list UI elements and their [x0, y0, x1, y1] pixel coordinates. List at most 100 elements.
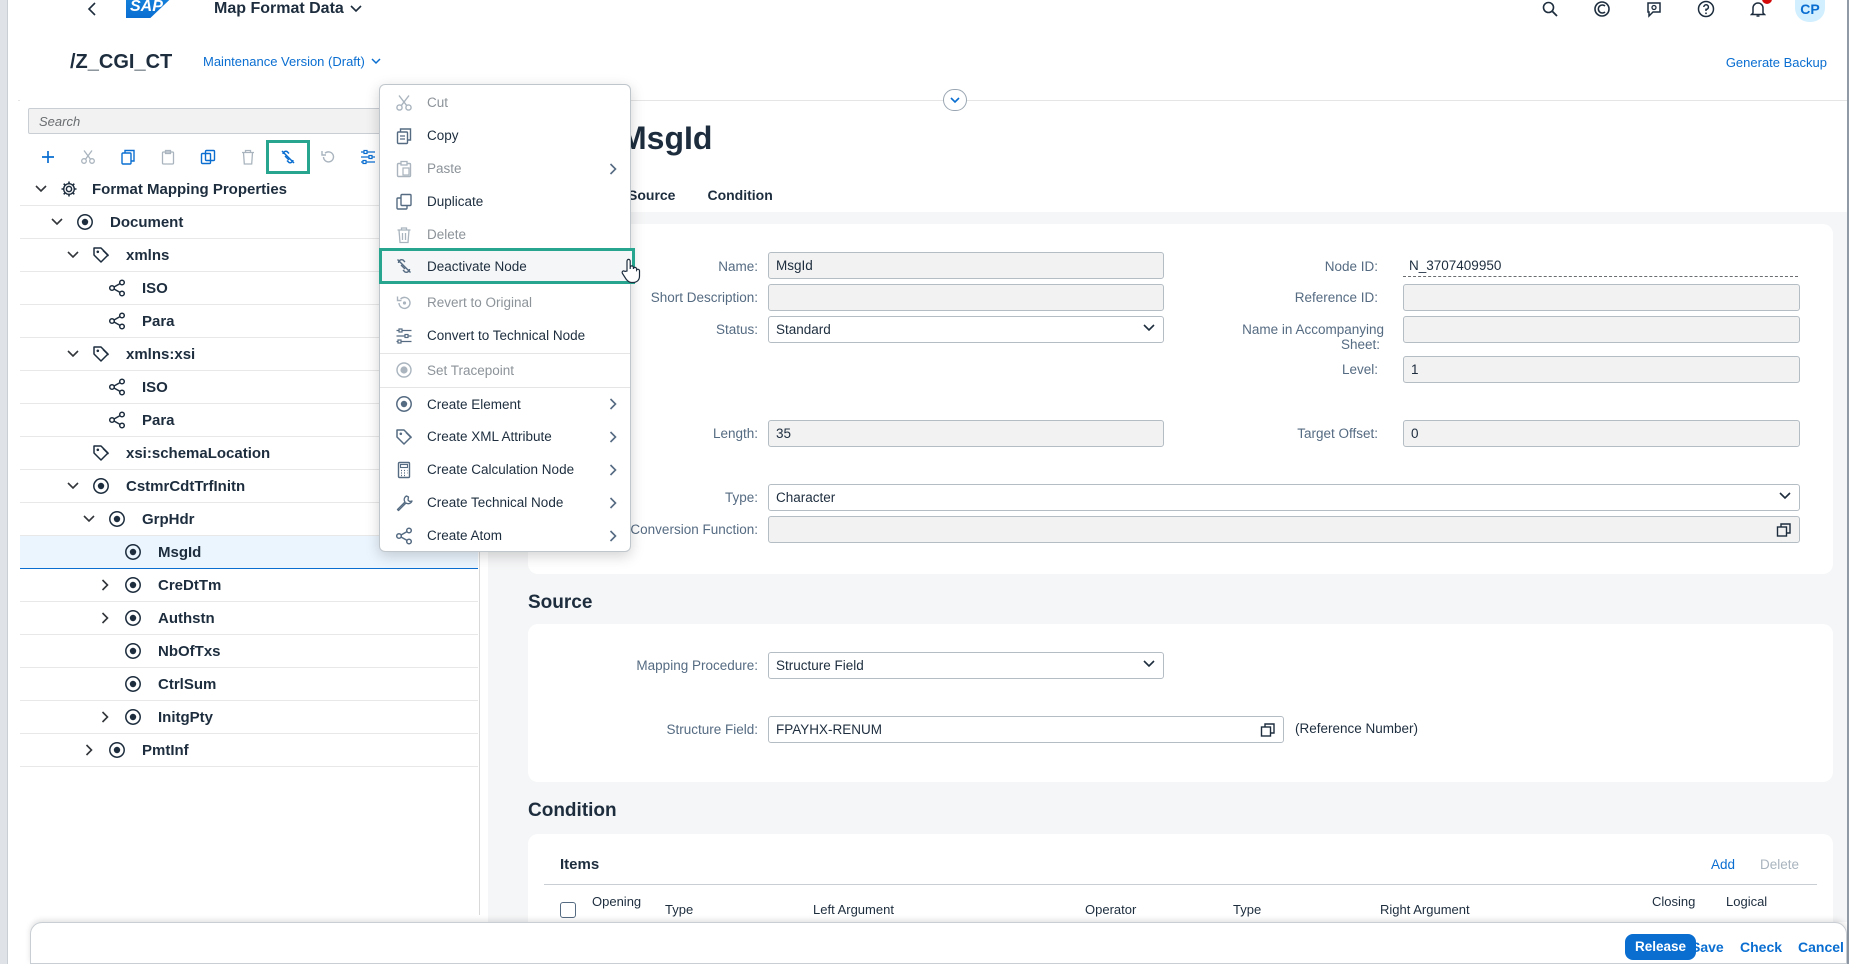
element-icon: [124, 642, 142, 660]
release-button[interactable]: Release: [1625, 934, 1697, 960]
tab-condition[interactable]: Condition: [707, 187, 772, 203]
column-right-argument: Right Argument: [1380, 902, 1470, 917]
revert-icon[interactable]: [308, 142, 348, 172]
tree-node-ctrlsum[interactable]: CtrlSum: [20, 668, 478, 701]
tree-node-label: Para: [142, 411, 175, 429]
menu-item-copy[interactable]: Copy: [380, 119, 630, 152]
chevron-right-icon: [608, 463, 618, 476]
conversion-function-input[interactable]: [768, 516, 1800, 543]
chevron-down-icon[interactable]: [34, 182, 48, 196]
cut-icon[interactable]: [68, 142, 108, 172]
tree-node-nboftxs[interactable]: NbOfTxs: [20, 635, 478, 668]
chevron-down-icon[interactable]: [66, 347, 80, 361]
menu-item-create-calculation-node[interactable]: Create Calculation Node: [380, 453, 630, 486]
menu-item-create-atom[interactable]: Create Atom: [380, 519, 630, 552]
chevron-right-icon[interactable]: [98, 710, 112, 724]
menu-item-revert-to-original[interactable]: Revert to Original: [380, 286, 630, 319]
chevron-right-icon[interactable]: [98, 611, 112, 625]
chevron-right-icon[interactable]: [98, 578, 112, 592]
app-title: Map Format Data: [214, 0, 344, 17]
calculator-icon: [395, 461, 413, 479]
menu-item-delete[interactable]: Delete: [380, 218, 630, 251]
length-input[interactable]: 35: [768, 420, 1164, 447]
add-condition-button[interactable]: Add: [1711, 857, 1735, 872]
atom-icon: [108, 411, 126, 429]
version-selector[interactable]: Maintenance Version (Draft): [203, 54, 381, 69]
reference-id-input[interactable]: [1403, 284, 1800, 311]
chevron-down-icon: [1779, 492, 1791, 502]
short-description-input[interactable]: [768, 284, 1164, 311]
value-help-icon[interactable]: [1260, 722, 1276, 738]
tag-icon: [92, 246, 110, 264]
duplicate-icon[interactable]: [188, 142, 228, 172]
status-select[interactable]: Standard: [768, 316, 1164, 343]
back-icon[interactable]: [80, 0, 104, 18]
app-title-menu[interactable]: Map Format Data: [214, 0, 362, 18]
value-help-icon[interactable]: [1776, 522, 1792, 538]
delete-condition-button[interactable]: Delete: [1760, 857, 1799, 872]
deactivate-node-icon[interactable]: [266, 140, 310, 174]
tree-node-label: xmlns:xsi: [126, 345, 196, 363]
mapping-procedure-select[interactable]: Structure Field: [768, 652, 1164, 679]
menu-item-create-technical-node[interactable]: Create Technical Node: [380, 486, 630, 519]
menu-item-convert-to-technical-node[interactable]: Convert to Technical Node: [380, 319, 630, 352]
save-button[interactable]: Save: [1691, 939, 1724, 955]
tree-node-credttm[interactable]: CreDtTm: [20, 569, 478, 602]
chevron-right-icon[interactable]: [82, 743, 96, 757]
name-input[interactable]: MsgId: [768, 252, 1164, 279]
tree-node-pmtinf[interactable]: PmtInf: [20, 734, 478, 767]
node-id-label: Node ID:: [1324, 259, 1378, 274]
target-offset-input[interactable]: 0: [1403, 420, 1800, 447]
tracepoint-icon: [395, 361, 413, 379]
collapse-header-button[interactable]: [943, 89, 967, 111]
menu-item-create-xml-attribute[interactable]: Create XML Attribute: [380, 420, 630, 453]
paste-icon: [395, 160, 413, 178]
column-logical: Logical: [1726, 894, 1768, 909]
generate-backup-link[interactable]: Generate Backup: [1726, 55, 1827, 70]
paste-icon[interactable]: [148, 142, 188, 172]
copy-icon[interactable]: [108, 142, 148, 172]
tree-search-input[interactable]: Search: [28, 108, 388, 134]
column-opening: Opening: [592, 894, 642, 909]
chevron-down-icon[interactable]: [50, 215, 64, 229]
add-node-icon[interactable]: [28, 142, 68, 172]
chevron-down-icon[interactable]: [82, 512, 96, 526]
sap-logo[interactable]: SAP: [126, 0, 184, 18]
select-all-checkbox[interactable]: [560, 902, 576, 918]
structure-field-input[interactable]: FPAYHX-RENUM: [768, 716, 1284, 743]
menu-item-duplicate[interactable]: Duplicate: [380, 185, 630, 218]
cancel-button[interactable]: Cancel: [1798, 939, 1844, 955]
detail-tabs: Source Condition: [628, 187, 773, 203]
check-button[interactable]: Check: [1740, 939, 1782, 955]
type-select[interactable]: Character: [768, 484, 1800, 511]
tree-node-authstn[interactable]: Authstn: [20, 602, 478, 635]
duplicate-icon: [395, 193, 413, 211]
menu-item-deactivate-node[interactable]: Deactivate Node: [379, 248, 635, 284]
app-shell: SAP Map Format Data CP /Z_CGI_CT Mainten…: [8, 0, 1847, 964]
delete-icon[interactable]: [228, 142, 268, 172]
name-accompanying-sheet-input[interactable]: [1403, 316, 1800, 343]
tree-node-label: CstmrCdtTrfInitn: [126, 477, 246, 495]
copilot-icon[interactable]: [1587, 0, 1617, 20]
help-icon[interactable]: [1691, 0, 1721, 20]
tree-node-label: CreDtTm: [158, 576, 222, 594]
menu-item-label: Revert to Original: [427, 295, 533, 310]
tree-node-label: Para: [142, 312, 175, 330]
tree-node-label: MsgId: [158, 543, 202, 561]
chevron-down-icon[interactable]: [66, 479, 80, 493]
menu-item-cut[interactable]: Cut: [380, 86, 630, 119]
mapping-procedure-value: Structure Field: [776, 658, 864, 673]
menu-item-create-element[interactable]: Create Element: [380, 387, 630, 420]
search-icon[interactable]: [1535, 0, 1565, 20]
tree-node-initgpty[interactable]: InitgPty: [20, 701, 478, 734]
level-input[interactable]: 1: [1403, 356, 1800, 383]
tree-node-label: ISO: [142, 378, 168, 396]
tab-source[interactable]: Source: [628, 187, 675, 203]
notifications-bell-icon[interactable]: [1743, 0, 1773, 20]
chat-support-icon[interactable]: [1639, 0, 1669, 20]
menu-item-paste[interactable]: Paste: [380, 152, 630, 185]
chevron-down-icon[interactable]: [66, 248, 80, 262]
element-icon: [108, 741, 126, 759]
menu-item-set-tracepoint[interactable]: Set Tracepoint: [380, 353, 630, 386]
user-avatar[interactable]: CP: [1795, 0, 1825, 22]
